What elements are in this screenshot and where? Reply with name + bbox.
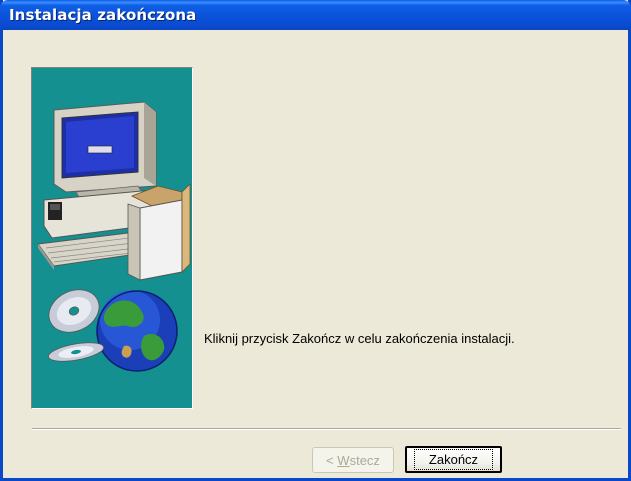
back-prefix: < (326, 452, 338, 468)
setup-banner-image (31, 67, 193, 409)
install-complete-window: Instalacja zakończona Kliknij przycisk Z… (0, 0, 631, 481)
completion-message: Kliknij przycisk Zakończ w celu zakończe… (204, 331, 515, 346)
window-title: Instalacja zakończona (9, 6, 197, 24)
back-button[interactable]: < Wstecz (312, 447, 394, 473)
back-rest: stecz (349, 452, 380, 468)
computer-icon (37, 101, 191, 281)
cd-icon (47, 289, 105, 362)
back-mnemonic: W (337, 452, 350, 468)
finish-button-label: Zakończ (413, 449, 494, 470)
title-bar[interactable]: Instalacja zakończona (0, 0, 631, 30)
separator (32, 428, 621, 430)
finish-button[interactable]: Zakończ (405, 446, 502, 473)
globe-icon (96, 290, 178, 372)
